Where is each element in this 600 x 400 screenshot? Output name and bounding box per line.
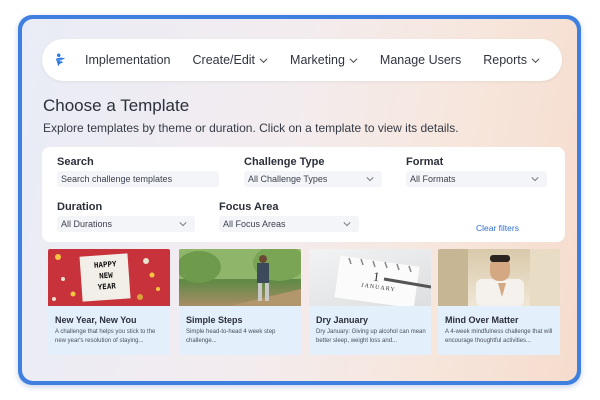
chevron-down-icon <box>179 222 187 227</box>
nav-marketing-label: Marketing <box>290 53 345 67</box>
page-title: Choose a Template <box>43 96 190 115</box>
nav-marketing[interactable]: Marketing <box>290 53 358 67</box>
device-frame: Implementation Create/Edit Marketing Man… <box>18 15 581 385</box>
challenge-type-value: All Challenge Types <box>248 174 328 184</box>
nav-implementation[interactable]: Implementation <box>85 53 170 67</box>
card-description: Dry January: Giving up alcohol can mean … <box>316 329 426 344</box>
mind-over-matter-image <box>438 249 560 306</box>
brand-logo-icon[interactable] <box>54 48 67 72</box>
chevron-down-icon <box>531 177 539 182</box>
template-card-new-year[interactable]: HAPPY NEW YEAR New Year, New You A chall… <box>48 249 170 355</box>
app-screen: Implementation Create/Edit Marketing Man… <box>22 19 577 381</box>
nav-reports-label: Reports <box>483 53 527 67</box>
nav-manage-users[interactable]: Manage Users <box>380 53 461 67</box>
format-value: All Formats <box>410 174 456 184</box>
card-title: New Year, New You <box>55 315 137 325</box>
search-input[interactable]: Search challenge templates <box>57 171 219 187</box>
card-description: Simple head-to-head 4 week step challeng… <box>186 329 276 344</box>
nav-manage-users-label: Manage Users <box>379 53 462 67</box>
format-label: Format <box>406 156 444 168</box>
page-subtitle: Explore templates by theme or duration. … <box>43 121 459 135</box>
duration-value: All Durations <box>61 219 113 229</box>
search-label: Search <box>57 156 94 168</box>
card-title: Mind Over Matter <box>445 315 519 325</box>
format-select[interactable]: All Formats <box>406 171 547 187</box>
top-navbar: Implementation Create/Edit Marketing Man… <box>42 39 562 81</box>
focus-area-label: Focus Area <box>219 201 279 213</box>
new-year-sign: HAPPY NEW YEAR <box>85 258 127 294</box>
chevron-down-icon <box>343 222 351 227</box>
card-description: A challenge that helps you stick to the … <box>55 329 156 344</box>
template-card-dry-january[interactable]: 1 JANUARY Dry January Dry January: Givin… <box>309 249 431 355</box>
dry-january-image: 1 JANUARY <box>309 249 431 306</box>
filter-panel: Search Search challenge templates Challe… <box>42 147 565 242</box>
nav-implementation-label: Implementation <box>85 53 171 67</box>
search-placeholder: Search challenge templates <box>61 174 173 184</box>
template-card-mind-over-matter[interactable]: Mind Over Matter A 4-week mindfulness ch… <box>438 249 560 355</box>
challenge-type-select[interactable]: All Challenge Types <box>244 171 382 187</box>
card-title: Dry January <box>316 315 369 325</box>
challenge-type-label: Challenge Type <box>244 156 325 168</box>
template-card-simple-steps[interactable]: Simple Steps Simple head-to-head 4 week … <box>179 249 301 355</box>
simple-steps-image <box>179 249 301 306</box>
duration-label: Duration <box>57 201 103 213</box>
focus-area-select[interactable]: All Focus Areas <box>219 216 359 232</box>
focus-area-value: All Focus Areas <box>223 219 286 229</box>
card-description: A 4-week mindfulness challenge that will… <box>445 329 553 344</box>
new-year-image: HAPPY NEW YEAR <box>48 249 170 306</box>
nav-create-edit[interactable]: Create/Edit <box>193 53 269 67</box>
chevron-down-icon <box>349 57 358 63</box>
chevron-down-icon <box>366 177 374 182</box>
card-title: Simple Steps <box>186 315 243 325</box>
chevron-down-icon <box>531 57 540 63</box>
duration-select[interactable]: All Durations <box>57 216 195 232</box>
chevron-down-icon <box>259 57 268 63</box>
clear-filters-link[interactable]: Clear filters <box>476 223 519 233</box>
nav-create-edit-label: Create/Edit <box>192 53 256 67</box>
nav-reports[interactable]: Reports <box>483 53 540 67</box>
